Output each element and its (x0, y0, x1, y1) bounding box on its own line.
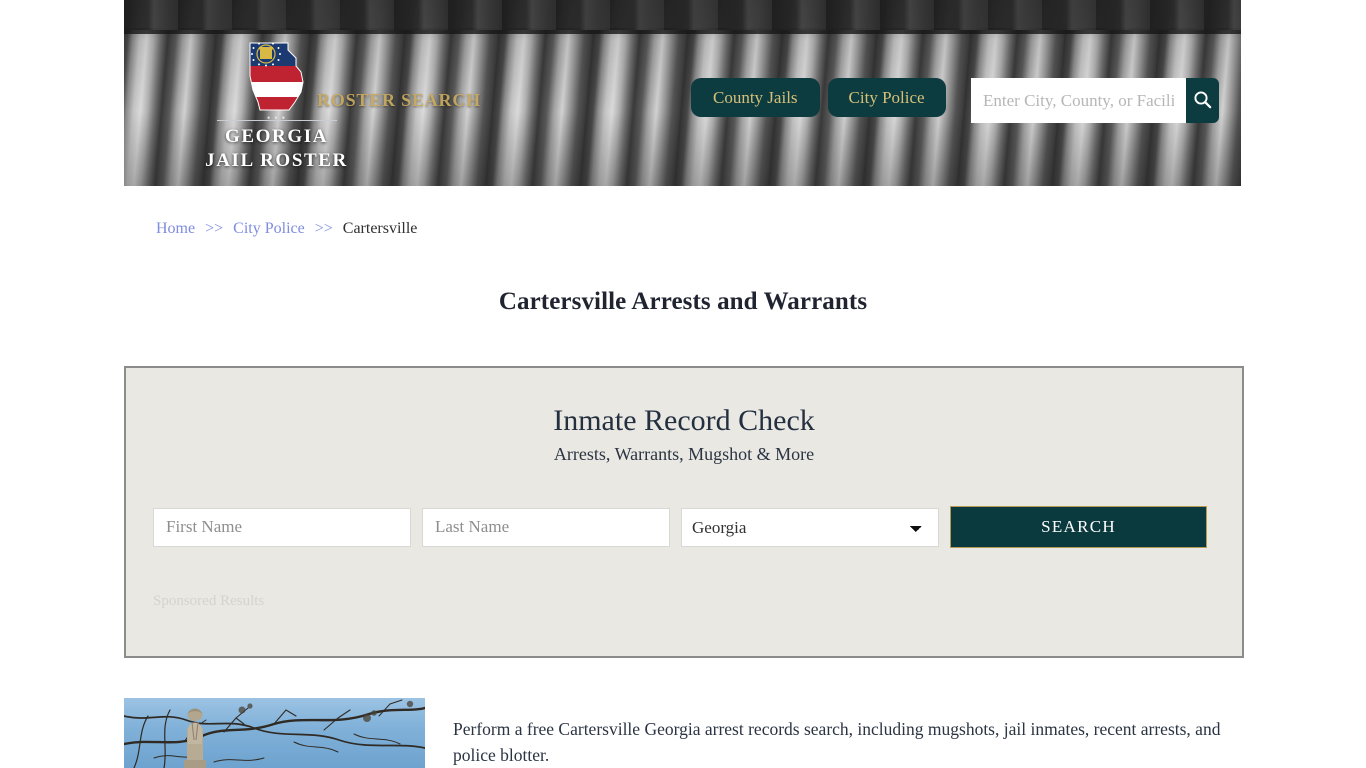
breadcrumb-separator: >> (315, 220, 333, 237)
breadcrumb-item-city-police[interactable]: City Police (233, 220, 305, 237)
state-select[interactable]: Georgia (681, 508, 939, 547)
nav-city-police[interactable]: City Police (828, 78, 946, 117)
inmate-search-button[interactable]: SEARCH (950, 506, 1207, 548)
breadcrumb-item-home[interactable]: Home (156, 220, 195, 237)
header-search-input[interactable] (971, 78, 1186, 123)
first-name-input[interactable] (153, 508, 411, 547)
georgia-state-flag-icon (244, 40, 310, 114)
card-subtitle: Arrests, Warrants, Mugshot & More (126, 444, 1242, 465)
logo-line-2: JAIL ROSTER (184, 149, 369, 173)
card-title: Inmate Record Check (126, 404, 1242, 438)
page-root: GEORGIA JAIL ROSTER ROSTER SEARCH County… (0, 0, 1366, 768)
last-name-input[interactable] (422, 508, 670, 547)
breadcrumb: Home >> City Police >> Cartersville (156, 220, 417, 238)
article-thumbnail[interactable] (124, 698, 425, 768)
search-icon (1193, 90, 1212, 112)
site-header: GEORGIA JAIL ROSTER ROSTER SEARCH County… (124, 0, 1241, 186)
site-logo[interactable]: GEORGIA JAIL ROSTER (184, 40, 369, 173)
header-nav: County Jails City Police (691, 78, 946, 117)
article-paragraph: Perform a free Cartersville Georgia arre… (453, 716, 1243, 768)
sponsored-results-label: Sponsored Results (153, 593, 264, 610)
inmate-search-form: Georgia SEARCH (153, 506, 1207, 548)
breadcrumb-separator: >> (205, 220, 223, 237)
logo-line-1: GEORGIA (184, 125, 369, 149)
nav-county-jails[interactable]: County Jails (691, 78, 820, 117)
page-title: Cartersville Arrests and Warrants (0, 288, 1366, 316)
logo-divider (217, 120, 337, 121)
monument-statue (184, 709, 206, 768)
header-search-button[interactable] (1186, 78, 1219, 123)
inmate-record-check-card: Inmate Record Check Arrests, Warrants, M… (124, 366, 1244, 658)
header-search (971, 78, 1219, 123)
thumbnail-illustration (124, 698, 425, 768)
breadcrumb-item-current: Cartersville (343, 220, 418, 237)
